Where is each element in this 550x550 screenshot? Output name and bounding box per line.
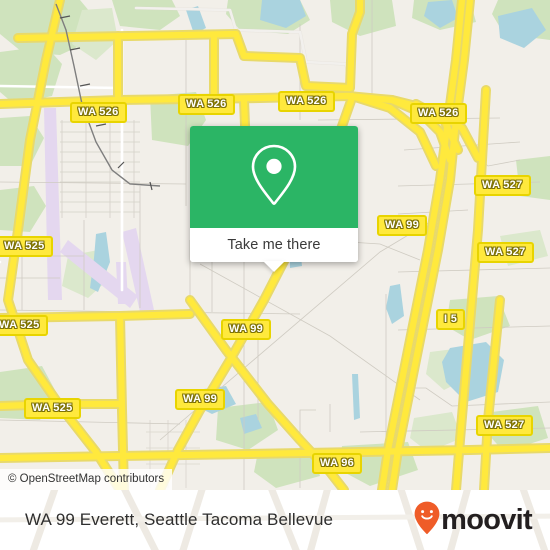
map-canvas[interactable]: .mjr { stroke:#ffe93d; stroke-linecap:ro… [0, 0, 550, 490]
road-shield: WA 525 [0, 236, 53, 257]
road-shield: WA 526 [178, 94, 235, 115]
road-shield: WA 525 [24, 398, 81, 419]
map-pin-icon [248, 142, 300, 213]
road-shield: WA 99 [175, 389, 226, 410]
location-popup-card[interactable]: Take me there [190, 126, 358, 272]
road-shield: WA 525 [0, 315, 48, 336]
popup-header [190, 126, 358, 228]
road-shield: WA 526 [410, 103, 467, 124]
osm-attribution[interactable]: © OpenStreetMap contributors [0, 469, 173, 490]
moovit-wordmark: moovit [441, 503, 533, 536]
popup-footer[interactable]: Take me there [190, 228, 358, 272]
road-shield: WA 527 [476, 415, 533, 436]
road-shield: WA 526 [70, 102, 127, 123]
road-shield: WA 527 [474, 175, 531, 196]
road-shield: I 5 [436, 309, 466, 330]
take-me-there-label: Take me there [227, 237, 321, 253]
moovit-logo[interactable]: moovit [414, 501, 533, 540]
road-shield: WA 96 [312, 453, 363, 474]
moovit-smiling-pin-icon [414, 501, 440, 540]
road-shield: WA 99 [221, 319, 272, 340]
location-title: WA 99 Everett, Seattle Tacoma Bellevue [25, 510, 334, 529]
moovit-map-screenshot: .mjr { stroke:#ffe93d; stroke-linecap:ro… [0, 0, 550, 550]
bottom-bar: WA 99 Everett, Seattle Tacoma Bellevue m… [0, 490, 550, 550]
road-shield: WA 527 [477, 242, 534, 263]
popup-pointer-tail [263, 261, 285, 272]
road-shield: WA 526 [278, 91, 335, 112]
road-shield: WA 99 [377, 215, 428, 236]
